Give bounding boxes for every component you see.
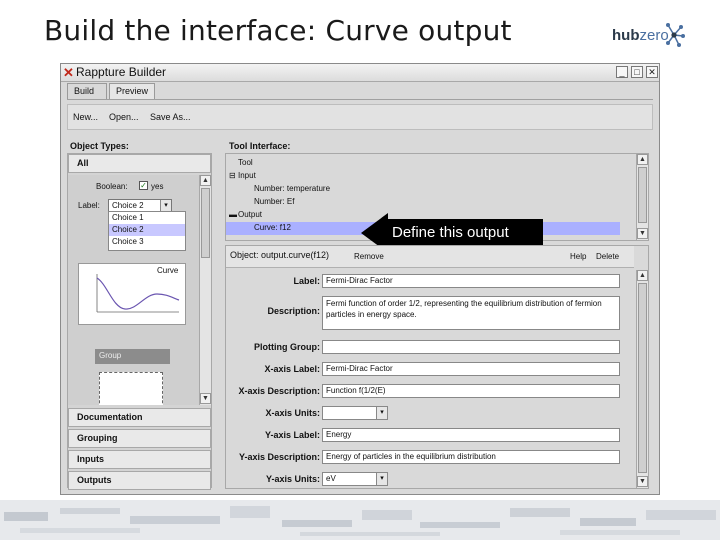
chevron-down-icon[interactable]: ▾	[160, 200, 171, 211]
label-field-label: Label:	[293, 276, 320, 286]
accordion-grouping[interactable]: Grouping	[68, 429, 211, 448]
slide-title: Build the interface: Curve output	[44, 14, 512, 47]
window-title: Rappture Builder	[76, 65, 167, 79]
tree-row-label: Curve: f12	[254, 223, 291, 232]
scroll-up-icon[interactable]: ▲	[637, 154, 648, 165]
object-editor-scroll-thumb[interactable]	[638, 283, 647, 473]
boolean-value: yes	[151, 182, 164, 191]
description-field-label: Description:	[267, 306, 320, 316]
y-axis-label-field-label: Y-axis Label:	[264, 430, 320, 440]
footer-texture	[0, 500, 720, 540]
object-title: Object: output.curve(f12)	[230, 250, 330, 260]
choice-combobox-value: Choice 2	[112, 201, 144, 210]
help-button[interactable]: Help	[570, 252, 586, 261]
new-button[interactable]: New...	[73, 112, 98, 122]
y-axis-units-select[interactable]: eV ▾	[322, 472, 388, 486]
toolbar: New... Open... Save As...	[67, 104, 653, 130]
chevron-down-icon[interactable]: ▾	[376, 407, 387, 419]
delete-button[interactable]: Delete	[596, 252, 619, 261]
scroll-up-icon[interactable]: ▲	[200, 175, 211, 186]
hub-network-icon	[666, 23, 685, 47]
scroll-up-icon[interactable]: ▲	[637, 270, 648, 281]
maximize-button[interactable]: □	[631, 66, 643, 78]
object-gallery: Boolean: ✓ yes Label: Choice 2 ▾ Choice …	[68, 175, 211, 405]
tree-row-label: Output	[238, 210, 263, 219]
tree-row-tool[interactable]: Tool	[226, 157, 620, 170]
remove-button[interactable]: Remove	[354, 252, 384, 261]
tree-row-label: Number: temperature	[254, 184, 331, 193]
x-axis-description-field-label: X-axis Description:	[238, 386, 320, 396]
accordion-all[interactable]: All	[68, 154, 211, 173]
object-types-panel: All Boolean: ✓ yes Label: Choice 2 ▾ Cho…	[67, 153, 212, 490]
accordion-outputs[interactable]: Outputs	[68, 471, 211, 490]
curve-preview-label: Curve	[157, 266, 179, 275]
tree-scrollbar[interactable]: ▲ ▼	[636, 154, 648, 240]
description-textarea[interactable]: Fermi function of order 1/2, representin…	[322, 296, 620, 330]
scroll-down-icon[interactable]: ▼	[637, 476, 648, 487]
x-axis-units-field-label: X-axis Units:	[265, 408, 320, 418]
boolean-label: Boolean:	[96, 182, 128, 191]
tool-interface-heading: Tool Interface:	[229, 141, 291, 151]
tab-preview[interactable]: Preview	[109, 83, 155, 99]
rappture-builder-window: ✕ Rappture Builder _ □ ✕ Build Preview N…	[60, 63, 660, 495]
accordion-inputs[interactable]: Inputs	[68, 450, 211, 469]
scroll-down-icon[interactable]: ▼	[637, 228, 648, 239]
tab-divider	[67, 99, 653, 100]
object-editor-panel: Object: output.curve(f12) Remove Help De…	[225, 245, 649, 489]
x-axis-label-input[interactable]: Fermi-Dirac Factor	[322, 362, 620, 376]
label-input[interactable]: Fermi-Dirac Factor	[322, 274, 620, 288]
curve-preview: Curve	[78, 263, 186, 325]
tree-row-input[interactable]: ⊟ Input	[226, 170, 620, 183]
palette-scroll-thumb[interactable]	[201, 188, 210, 258]
plotting-group-field-label: Plotting Group:	[254, 342, 320, 352]
y-axis-units-field-label: Y-axis Units:	[265, 474, 320, 484]
choice-option[interactable]: Choice 1	[109, 212, 185, 224]
y-axis-units-value: eV	[326, 474, 336, 483]
x-axis-label-field-label: X-axis Label:	[264, 364, 320, 374]
choice-options-list[interactable]: Choice 1 Choice 2 Choice 3	[108, 211, 186, 251]
window-close-button[interactable]: ✕	[646, 66, 658, 78]
object-editor-scrollbar[interactable]: ▲ ▼	[636, 270, 648, 488]
choice-label: Label:	[78, 201, 100, 210]
boolean-checkbox[interactable]: ✓	[139, 181, 148, 190]
x-axis-description-input[interactable]: Function f(1/2(E)	[322, 384, 620, 398]
callout-text: Define this output	[387, 219, 543, 247]
choice-option[interactable]: Choice 3	[109, 236, 185, 248]
tab-build[interactable]: Build	[67, 83, 107, 99]
minimize-button[interactable]: _	[616, 66, 628, 78]
tree-row-ef[interactable]: Number: Ef	[226, 196, 620, 209]
tree-scroll-thumb[interactable]	[638, 167, 647, 223]
accordion-documentation[interactable]: Documentation	[68, 408, 211, 427]
app-close-icon[interactable]: ✕	[63, 65, 74, 81]
y-axis-description-field-label: Y-axis Description:	[238, 452, 320, 462]
object-types-heading: Object Types:	[70, 141, 129, 151]
logo-prefix: hub	[612, 27, 640, 44]
window-titlebar[interactable]: ✕ Rappture Builder _ □ ✕	[61, 64, 659, 82]
scroll-down-icon[interactable]: ▼	[200, 393, 211, 404]
tree-row-label: Tool	[238, 158, 253, 167]
tree-row-temperature[interactable]: Number: temperature	[226, 183, 620, 196]
y-axis-description-input[interactable]: Energy of particles in the equilibrium d…	[322, 450, 620, 464]
expander-minus-icon[interactable]: ⊟	[229, 171, 236, 180]
decorative-footer-band	[0, 500, 720, 540]
plotting-group-input[interactable]	[322, 340, 620, 354]
open-button[interactable]: Open...	[109, 112, 139, 122]
x-axis-units-select[interactable]: ▾	[322, 406, 388, 420]
choice-option[interactable]: Choice 2	[109, 224, 185, 236]
hubzero-logo: hubzero	[612, 18, 685, 54]
palette-scrollbar[interactable]: ▲ ▼	[199, 175, 211, 405]
tree-row-label: Input	[238, 171, 256, 180]
tree-row-label: Number: Ef	[254, 197, 295, 206]
expander-minus-icon[interactable]: ▬	[229, 210, 237, 219]
object-editor-header: Object: output.curve(f12) Remove Help De…	[226, 246, 634, 268]
y-axis-label-input[interactable]: Energy	[322, 428, 620, 442]
chevron-down-icon[interactable]: ▾	[376, 473, 387, 485]
group-widget-bar[interactable]: Group	[95, 349, 170, 364]
group-widget-box[interactable]	[99, 372, 163, 405]
callout-annotation: Define this output	[361, 213, 543, 253]
save-as-button[interactable]: Save As...	[150, 112, 191, 122]
